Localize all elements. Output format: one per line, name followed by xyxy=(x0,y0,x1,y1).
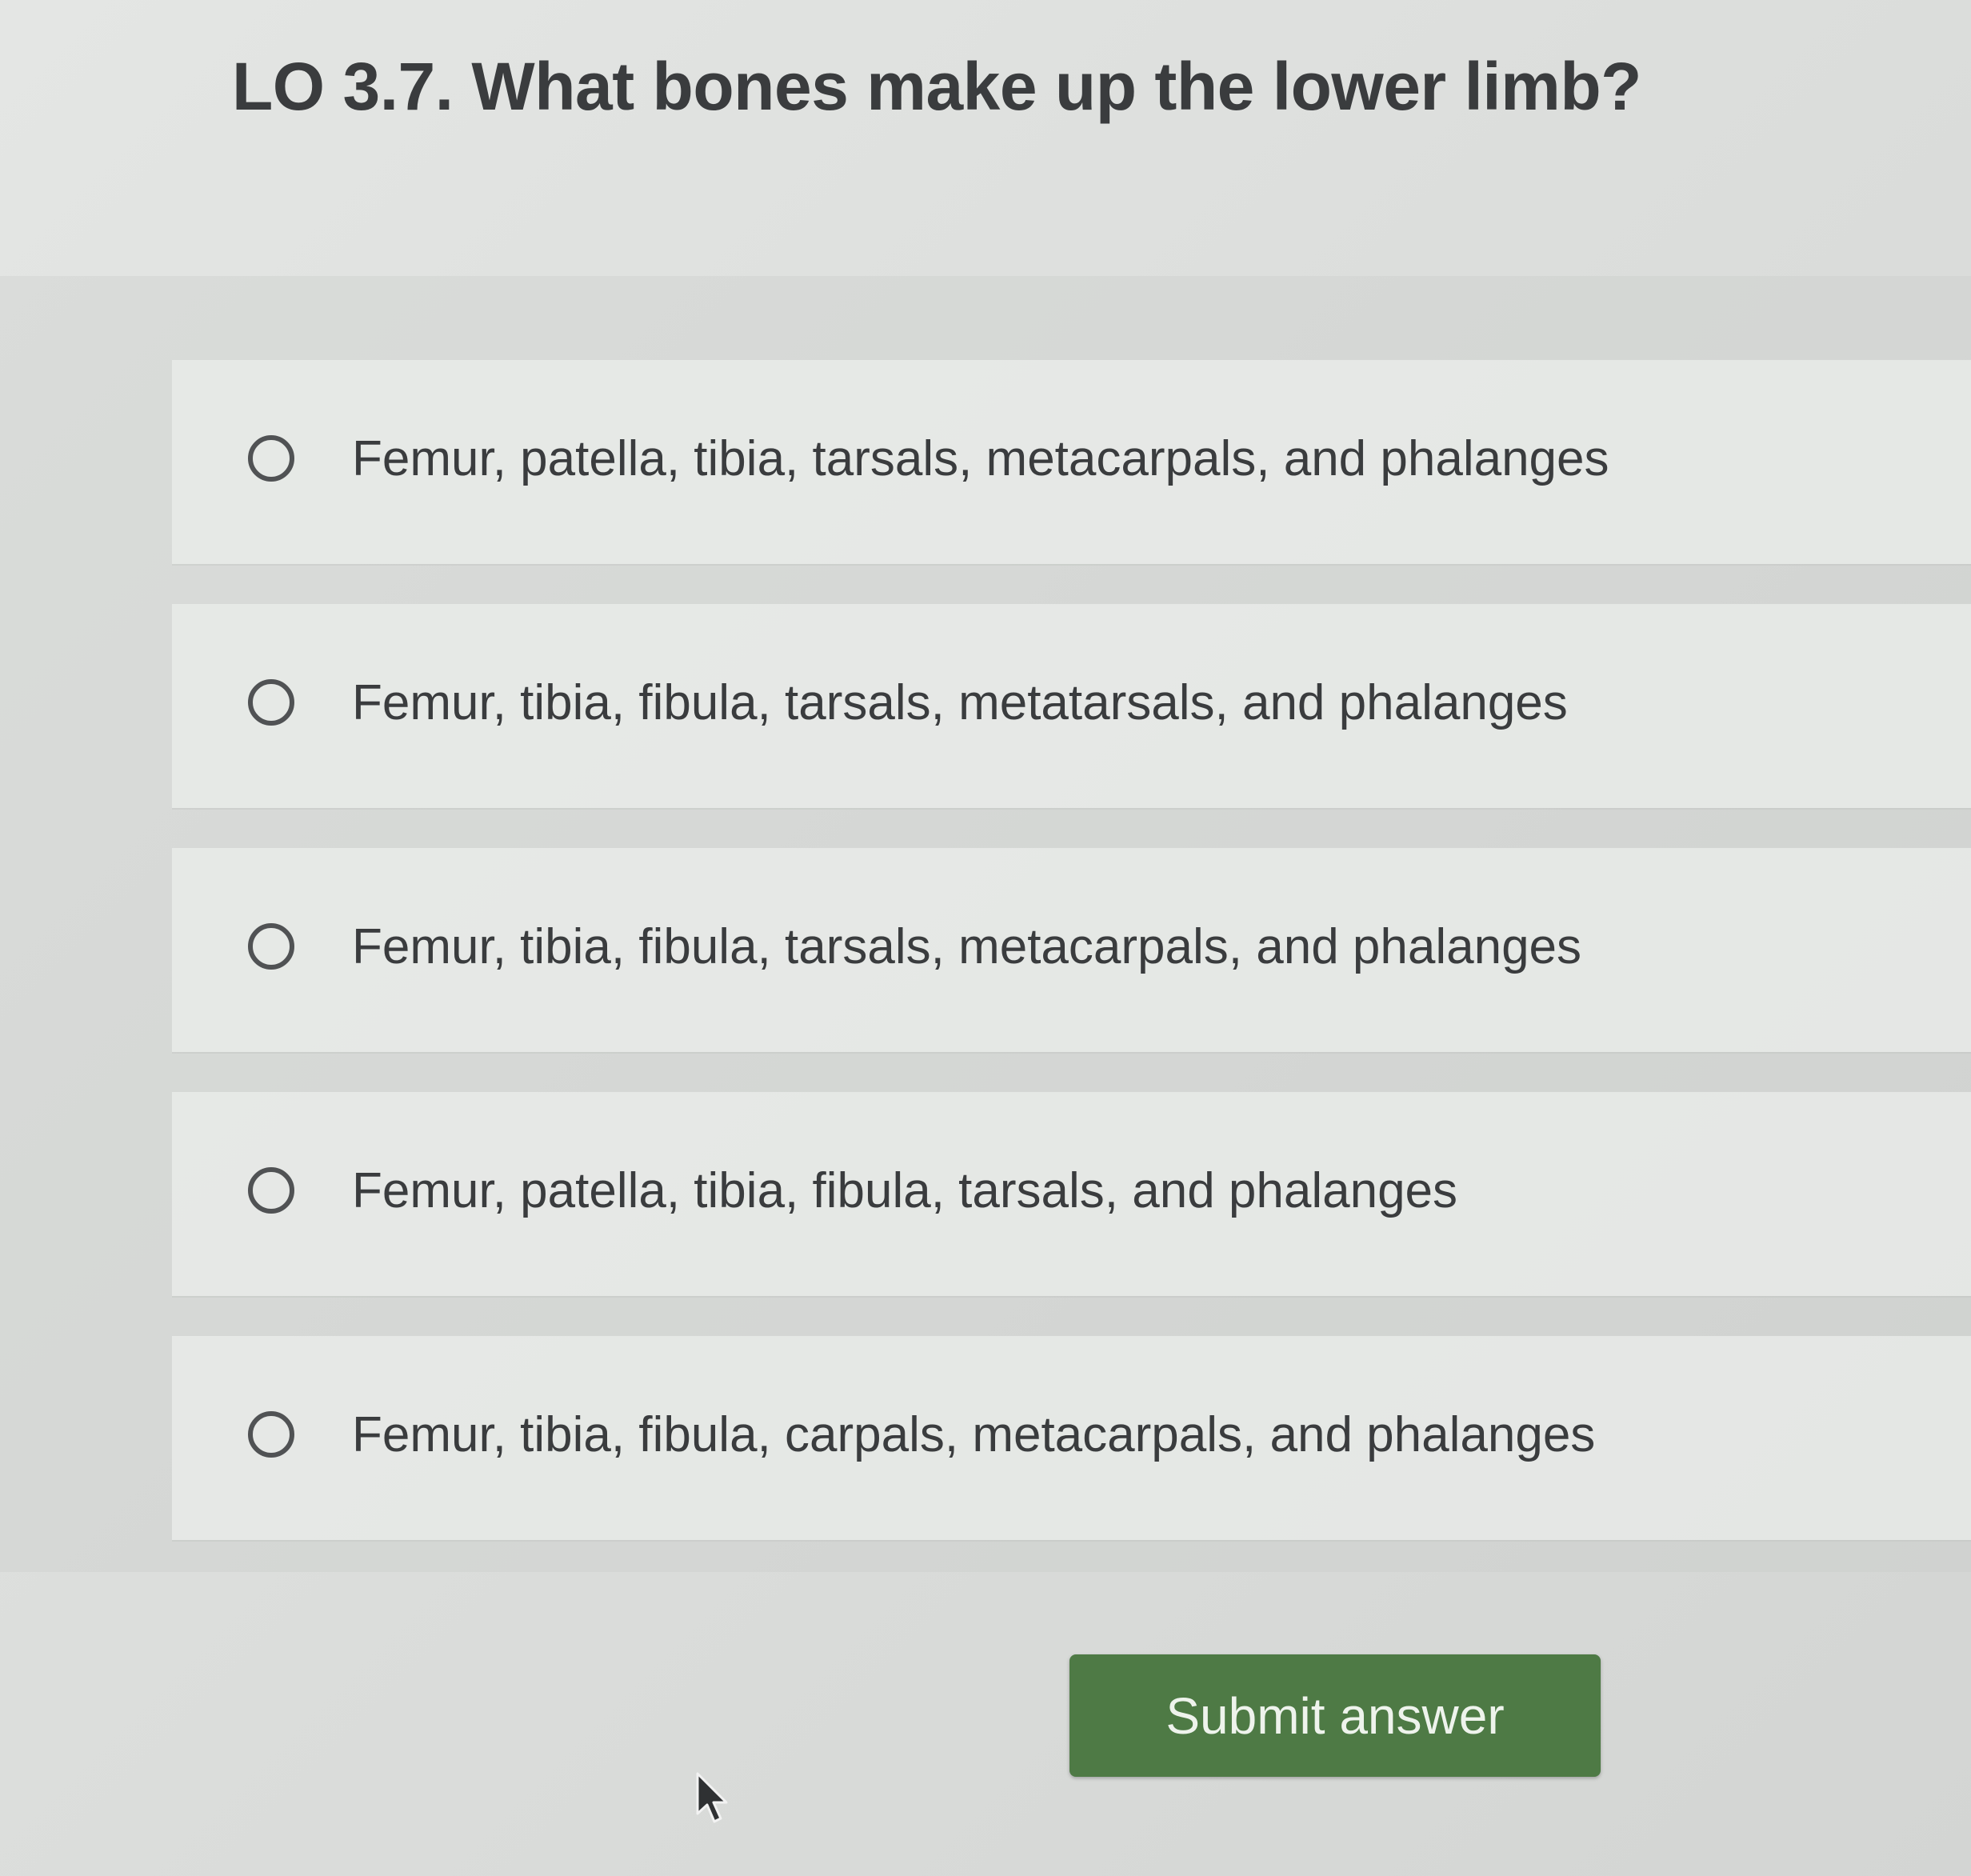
submit-answer-button[interactable]: Submit answer xyxy=(1069,1654,1601,1777)
answer-option-3[interactable]: Femur, tibia, fibula, tarsals, metacarpa… xyxy=(172,848,1971,1052)
answer-options: Femur, patella, tibia, tarsals, metacarp… xyxy=(172,360,1971,1580)
answer-option-1[interactable]: Femur, patella, tibia, tarsals, metacarp… xyxy=(172,360,1971,564)
radio-unselected-icon[interactable] xyxy=(248,679,294,726)
answer-option-2[interactable]: Femur, tibia, fibula, tarsals, metatarsa… xyxy=(172,604,1971,808)
answer-option-label: Femur, tibia, fibula, tarsals, metacarpa… xyxy=(352,919,1582,974)
answer-option-5[interactable]: Femur, tibia, fibula, carpals, metacarpa… xyxy=(172,1336,1971,1540)
answer-option-4[interactable]: Femur, patella, tibia, fibula, tarsals, … xyxy=(172,1092,1971,1296)
question-title: LO 3.7. What bones make up the lower lim… xyxy=(232,49,1641,124)
answer-option-label: Femur, tibia, fibula, tarsals, metatarsa… xyxy=(352,675,1568,730)
answer-option-label: Femur, patella, tibia, tarsals, metacarp… xyxy=(352,431,1609,486)
mouse-pointer-icon xyxy=(696,1772,728,1823)
radio-unselected-icon[interactable] xyxy=(248,1167,294,1214)
radio-unselected-icon[interactable] xyxy=(248,435,294,482)
radio-unselected-icon[interactable] xyxy=(248,1411,294,1458)
radio-unselected-icon[interactable] xyxy=(248,923,294,970)
quiz-page: LO 3.7. What bones make up the lower lim… xyxy=(0,0,1971,1876)
answer-option-label: Femur, tibia, fibula, carpals, metacarpa… xyxy=(352,1407,1596,1462)
answer-option-label: Femur, patella, tibia, fibula, tarsals, … xyxy=(352,1163,1458,1218)
